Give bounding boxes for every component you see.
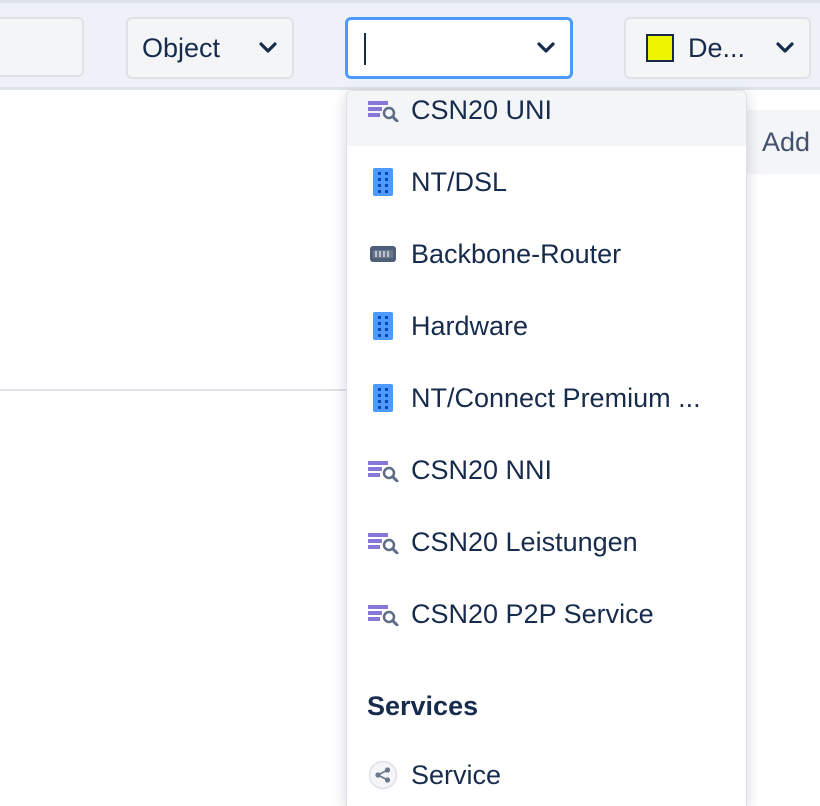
server-rack-icon: [367, 382, 399, 414]
add-button[interactable]: Add: [746, 110, 820, 174]
dropdown-option-label: Service: [411, 759, 502, 790]
object-type-dropdown-menu: CSN20 UNI NT/DSL Backbone-Router Hardwar…: [346, 90, 747, 806]
router-icon: [367, 238, 399, 270]
dropdown-option-label: Hardware: [411, 310, 529, 341]
list-search-icon: [367, 526, 399, 558]
dropdown-option-label: CSN20 Leistungen: [411, 526, 638, 557]
list-search-icon: [367, 598, 399, 630]
dropdown-option[interactable]: Service: [347, 739, 746, 806]
server-rack-icon: [367, 166, 399, 198]
dropdown-option-label: CSN20 UNI: [411, 94, 553, 125]
color-swatch: [646, 34, 674, 62]
dropdown-option[interactable]: CSN20 P2P Service: [347, 578, 746, 650]
object-search-select[interactable]: [345, 17, 573, 79]
group-heading-services: Services: [367, 691, 479, 721]
dropdown-option[interactable]: Hardware: [347, 290, 746, 362]
list-search-icon: [367, 454, 399, 486]
dropdown-option[interactable]: NT/DSL: [347, 146, 746, 218]
dropdown-option[interactable]: CSN20 UNI: [347, 91, 746, 146]
dropdown-option[interactable]: NT/Connect Premium ...: [347, 362, 746, 434]
text-cursor: [364, 33, 366, 65]
dropdown-option-label: CSN20 NNI: [411, 454, 553, 485]
dropdown-option[interactable]: CSN20 NNI: [347, 434, 746, 506]
share-icon: [367, 759, 399, 791]
server-rack-icon: [367, 310, 399, 342]
color-select[interactable]: De...: [624, 17, 811, 79]
dropdown-option-label: CSN20 P2P Service: [411, 598, 654, 629]
dropdown-option-label: Backbone-Router: [411, 238, 622, 269]
add-button-label: Add: [762, 126, 811, 157]
toolbar: Object De...: [0, 0, 820, 90]
chevron-down-icon: [537, 42, 555, 53]
dropdown-option-label: NT/Connect Premium ...: [411, 382, 701, 413]
dropdown-option-label: NT/DSL: [411, 166, 508, 197]
chevron-down-icon: [776, 42, 794, 53]
dropdown-option[interactable]: CSN20 Leistungen: [347, 506, 746, 578]
chevron-down-icon: [259, 42, 277, 53]
toolbar-left-field[interactable]: [0, 17, 84, 77]
dropdown-option[interactable]: Backbone-Router: [347, 218, 746, 290]
object-type-select[interactable]: Object: [126, 17, 294, 79]
list-search-icon: [367, 94, 399, 126]
color-select-label: De...: [688, 32, 746, 63]
object-type-select-label: Object: [142, 32, 221, 63]
divider: [0, 389, 346, 391]
